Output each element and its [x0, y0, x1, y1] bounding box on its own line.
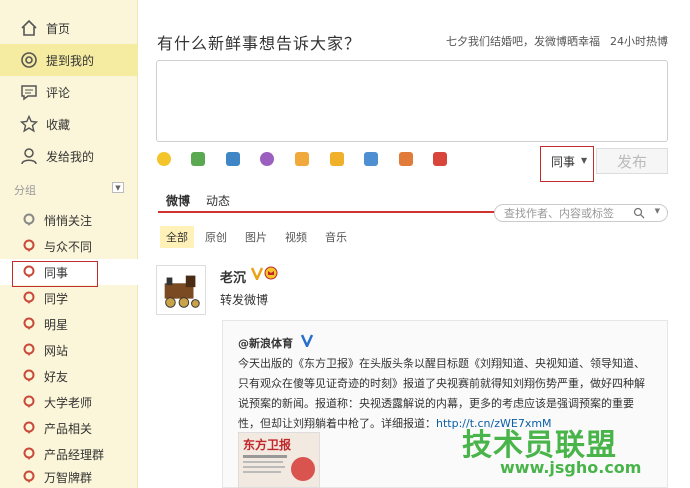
- quoted-post-author[interactable]: @新浪体育: [238, 335, 293, 351]
- crown-icon: [264, 266, 278, 280]
- pin-icon: [22, 213, 36, 227]
- visibility-group-select[interactable]: 同事 ▼: [540, 146, 594, 182]
- hot-posts-link[interactable]: 24小时热博: [610, 33, 668, 49]
- feed-search-input[interactable]: 查找作者、内容或标签 ▼: [494, 204, 668, 222]
- selection-highlight-box: [12, 261, 98, 287]
- pin-icon: [22, 470, 36, 484]
- sidebar-item-label: 发给我的: [46, 149, 95, 164]
- post-text: 转发微博: [220, 293, 269, 307]
- sidebar-group-item[interactable]: 好友: [0, 363, 138, 389]
- chevron-down-icon: ▼: [581, 156, 588, 165]
- quoted-post-line: 今天出版的《东方卫报》在头版头条以醒目标题《刘翔知道、央视知道、领导知道、: [238, 357, 645, 370]
- verified-icon: [300, 333, 314, 350]
- sidebar-item-label: 首页: [46, 21, 71, 36]
- pin-icon: [22, 343, 36, 357]
- topic-icon[interactable]: [295, 152, 309, 166]
- sidebar-item-comments[interactable]: 评论: [0, 76, 138, 108]
- at-icon: [20, 51, 38, 69]
- video-icon[interactable]: [226, 152, 240, 166]
- user-icon: [20, 147, 38, 165]
- tab-activity[interactable]: 动态: [206, 192, 230, 209]
- pin-icon: [22, 421, 36, 435]
- sidebar-item-label: 收藏: [46, 117, 71, 132]
- quoted-post-line: 只有观众在傻等见证奇迹的时刻》报道了央视赛前就得知刘翔伤势严重，做好四种解: [238, 377, 645, 390]
- filter-original[interactable]: 原创: [205, 229, 227, 245]
- post-author[interactable]: 老沉: [220, 267, 246, 286]
- sidebar-group-item[interactable]: 万智牌群: [0, 464, 138, 488]
- sidebar-group-item[interactable]: 网站: [0, 337, 138, 363]
- vote-icon[interactable]: [364, 152, 378, 166]
- sidebar-group-item[interactable]: 悄悄关注: [0, 207, 138, 233]
- search-icon[interactable]: [633, 207, 645, 219]
- filter-images[interactable]: 图片: [245, 229, 267, 245]
- group-toggle-button[interactable]: ▼: [112, 182, 124, 193]
- quoted-post-image[interactable]: 东方卫报: [238, 432, 320, 488]
- filter-all[interactable]: 全部: [160, 226, 194, 248]
- watermark-url: www.jsgho.com: [500, 458, 642, 477]
- pin-icon: [22, 239, 36, 253]
- emoji-icon[interactable]: [157, 152, 171, 166]
- post-textarea[interactable]: [156, 60, 668, 142]
- tab-weibo[interactable]: 微博: [166, 192, 190, 209]
- filter-music[interactable]: 音乐: [325, 229, 347, 245]
- pin-icon: [22, 291, 36, 305]
- sidebar-item-inbox[interactable]: 发给我的: [0, 140, 138, 172]
- sidebar-item-mentions[interactable]: 提到我的: [0, 44, 138, 76]
- verified-icon: [250, 266, 264, 283]
- pin-icon: [22, 317, 36, 331]
- sidebar-group-item[interactable]: 产品相关: [0, 415, 138, 441]
- star-icon: [20, 115, 38, 133]
- home-icon: [20, 19, 38, 37]
- like-icon[interactable]: [330, 152, 344, 166]
- filter-videos[interactable]: 视频: [285, 229, 307, 245]
- pin-icon: [22, 447, 36, 461]
- pin-icon: [22, 369, 36, 383]
- chart-icon[interactable]: [399, 152, 413, 166]
- music-icon[interactable]: [260, 152, 274, 166]
- sidebar-item-label: 评论: [46, 85, 71, 100]
- sidebar-item-label: 提到我的: [46, 53, 95, 68]
- pin-icon: [22, 395, 36, 409]
- sidebar-group-item[interactable]: 明星: [0, 311, 138, 337]
- app-icon[interactable]: [433, 152, 447, 166]
- sidebar-group-item[interactable]: 同学: [0, 285, 138, 311]
- sidebar-group-item[interactable]: 与众不同: [0, 233, 138, 259]
- sidebar-item-favorites[interactable]: 收藏: [0, 108, 138, 140]
- trend-link[interactable]: 七夕我们结婚吧，发微博晒幸福: [446, 33, 600, 49]
- avatar[interactable]: [156, 265, 206, 315]
- group-section-label: 分组: [14, 184, 36, 197]
- composer-prompt: 有什么新鲜事想告诉大家？: [157, 34, 362, 53]
- comment-icon: [20, 83, 38, 101]
- quoted-post-line: 说预案的新闻。报道称：央视透露解说的内幕，更多的考虑应该是强调预案的重要: [238, 397, 634, 410]
- chevron-down-icon[interactable]: ▼: [655, 207, 660, 215]
- sidebar-item-home[interactable]: 首页: [0, 12, 138, 44]
- sidebar-group-item[interactable]: 大学老师: [0, 389, 138, 415]
- image-icon[interactable]: [191, 152, 205, 166]
- publish-button[interactable]: 发布: [596, 148, 668, 174]
